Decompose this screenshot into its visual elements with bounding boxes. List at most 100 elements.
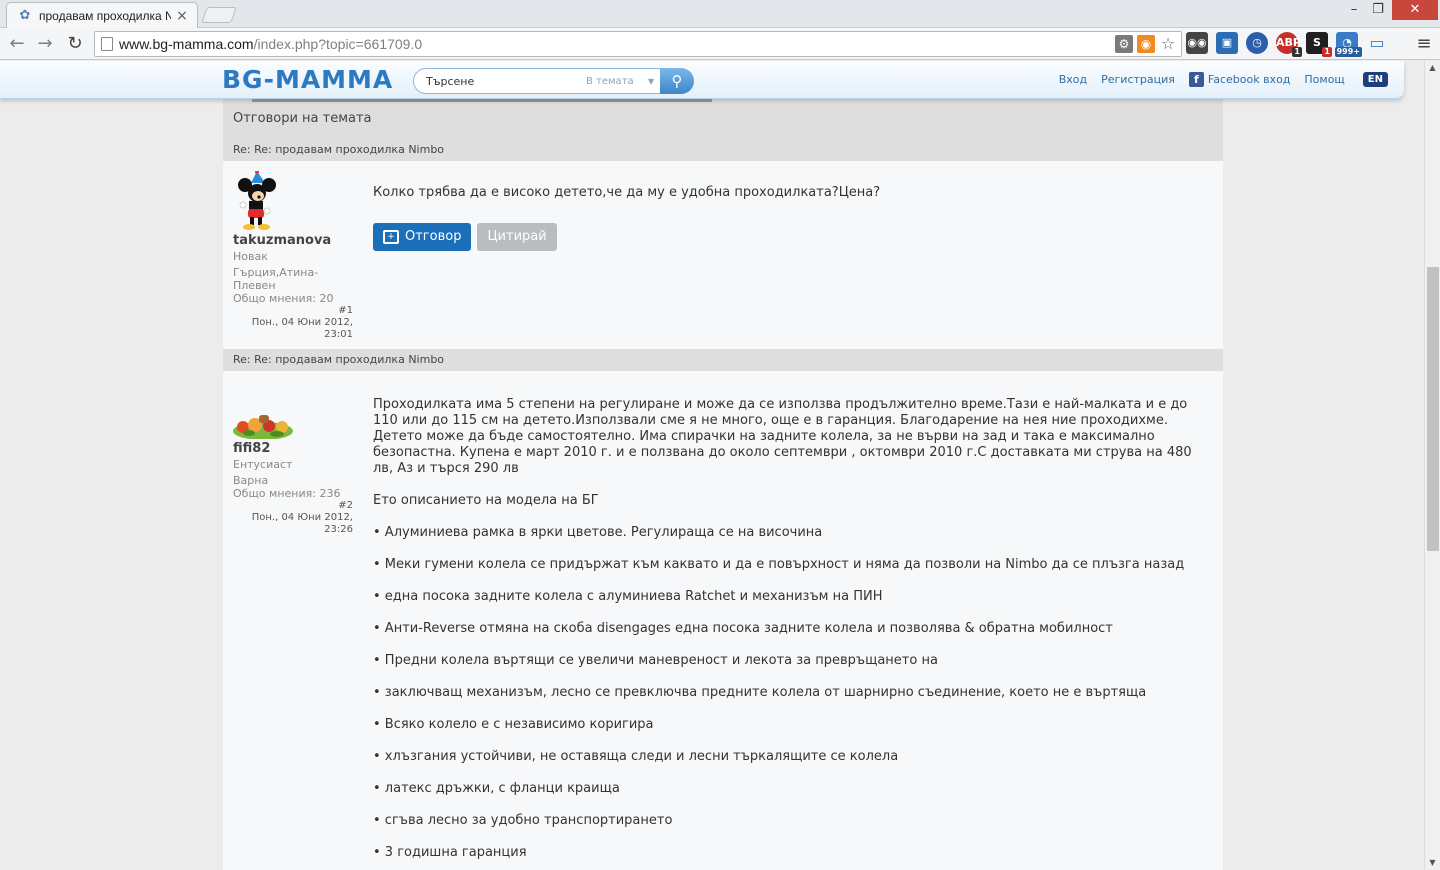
user-location: Варна <box>233 474 269 487</box>
avatar[interactable] <box>233 379 293 440</box>
vertical-scrollbar[interactable]: ▲ ▼ <box>1424 61 1440 870</box>
header-divider <box>252 99 712 102</box>
post-number[interactable]: #2 <box>233 500 353 512</box>
page-icon <box>101 37 113 51</box>
adblock-extension-icon[interactable]: ABP 1 <box>1276 32 1302 57</box>
search-box: В темата ▼ <box>413 68 661 94</box>
food-avatar-icon <box>233 415 293 440</box>
post-list-item: • Алуминиева рамка в ярки цветове. Регул… <box>373 525 823 540</box>
post-date: Пон., 04 Юни 2012, <box>251 317 353 328</box>
post: takuzmanova Новак Гърция,Атина-Плевен Об… <box>223 161 1223 349</box>
rss-badge: 999+ <box>1334 47 1362 57</box>
cast-extension-icon[interactable]: ▭ <box>1366 32 1388 54</box>
help-link[interactable]: Помощ <box>1304 73 1344 86</box>
browser-toolbar: ← → ↻ www.bg-mamma.com/index.php?topic=6… <box>0 28 1440 60</box>
site-header: BG-MAMMA В темата ▼ ⚲ Вход Регистрация f… <box>0 61 1404 99</box>
window-maximize-button[interactable]: ❐ <box>1366 0 1390 20</box>
language-switch[interactable]: EN <box>1362 72 1388 87</box>
user-location: Гърция,Атина-Плевен <box>233 266 319 292</box>
post-list-item: • Всяко колело е с независимо коригира <box>373 717 654 732</box>
avatar[interactable] <box>233 170 293 231</box>
url-path: /index.php?topic=661709.0 <box>253 36 423 52</box>
post-date: Пон., 04 Юни 2012, <box>251 512 353 523</box>
tab-close-icon[interactable]: × <box>175 8 189 24</box>
post-number[interactable]: #1 <box>233 305 353 317</box>
clock-extension-icon[interactable]: ◷ <box>1246 32 1268 54</box>
scroll-down-icon[interactable]: ▼ <box>1425 856 1440 870</box>
search-scope-select[interactable]: В темата <box>586 76 634 87</box>
post-subject[interactable]: Re: Re: продавам проходилка Nimbo <box>223 349 1223 371</box>
forward-arrow-icon[interactable]: → <box>34 33 56 55</box>
window-minimize-button[interactable]: – <box>1342 0 1366 20</box>
login-link[interactable]: Вход <box>1059 73 1087 86</box>
facebook-login-link[interactable]: f Facebook вход <box>1188 72 1291 87</box>
post-list-item: • латекс дръжки, с фланци краища <box>373 781 620 796</box>
screen-extension-icon[interactable]: ▣ <box>1216 32 1238 54</box>
scroll-thumb[interactable] <box>1427 267 1439 551</box>
back-arrow-icon[interactable]: ← <box>6 33 28 55</box>
post-body: Проходилката има 5 степени на регулиране… <box>373 397 1193 870</box>
s-badge: 1 <box>1322 47 1332 57</box>
browser-tabstrip: ✿ продавам проходилка Ni × – ❐ ✕ <box>0 0 1440 28</box>
search-icon: ⚲ <box>671 72 683 90</box>
user-posts-count: Общо мнения: 20 <box>233 292 334 305</box>
post-text: Колко трябва да е високо детето,че да му… <box>373 185 881 200</box>
s-extension-icon[interactable]: S1 <box>1306 32 1332 57</box>
quote-button[interactable]: Цитирай <box>477 223 557 251</box>
user-posts-count: Общо мнения: 236 <box>233 487 341 500</box>
tab-title: продавам проходилка Ni <box>39 8 171 23</box>
post-paragraph: Проходилката има 5 степени на регулиране… <box>373 397 1192 476</box>
user-rank: Новак <box>233 250 268 263</box>
post-list-item: • Меки гумени колела се придържат към ка… <box>373 557 1185 572</box>
window-close-button[interactable]: ✕ <box>1392 0 1438 20</box>
post-list-item: • сгъва лесно за удобно транспортирането <box>373 813 673 828</box>
forum-thread: Отговори на темата Re: Re: продавам прох… <box>223 99 1223 870</box>
post-paragraph: Ето описанието на модела на БГ <box>373 493 599 508</box>
user-rank: Ентусиаст <box>233 458 293 471</box>
menu-icon[interactable]: ≡ <box>1414 33 1434 55</box>
post-list-item: • заключващ механизъм, лесно се превключ… <box>373 685 1147 700</box>
post-subject[interactable]: Re: Re: продавам проходилка Nimbo <box>223 139 1223 161</box>
translate-icon[interactable]: ⚙ <box>1115 35 1133 53</box>
search-input[interactable] <box>426 73 576 89</box>
post-author: takuzmanova Новак Гърция,Атина-Плевен Об… <box>233 170 353 341</box>
address-bar[interactable]: www.bg-mamma.com/index.php?topic=661709.… <box>94 31 1182 57</box>
post-time: 23:01 <box>324 329 353 340</box>
search-button[interactable]: ⚲ <box>660 68 694 94</box>
browser-tab[interactable]: ✿ продавам проходилка Ni × <box>6 2 198 28</box>
username[interactable]: takuzmanova <box>233 233 353 248</box>
url-text[interactable]: www.bg-mamma.com/index.php?topic=661709.… <box>119 36 422 52</box>
post-list-item: • една посока задните колела с алуминиев… <box>373 589 883 604</box>
facebook-login-label: Facebook вход <box>1207 73 1291 86</box>
section-title: Отговори на темата <box>233 111 372 126</box>
post-list-item: • Анти-Reverse отмяна на скоба disengage… <box>373 621 1113 636</box>
page-viewport: BG-MAMMA В темата ▼ ⚲ Вход Регистрация f… <box>0 61 1424 870</box>
new-tab-button[interactable] <box>201 7 237 23</box>
post-list-item: • хлъзгания устойчиви, не оставяща следи… <box>373 749 899 764</box>
favicon-icon: ✿ <box>19 7 31 23</box>
reload-icon[interactable]: ↻ <box>64 33 86 55</box>
chevron-down-icon[interactable]: ▼ <box>648 77 654 86</box>
post-list-item: • Предни колела въртящи се увеличи манев… <box>373 653 938 668</box>
post-time: 23:26 <box>324 524 353 535</box>
reply-button[interactable]: + Отговор <box>373 223 472 251</box>
username[interactable]: fifi82 <box>233 441 353 456</box>
star-icon[interactable]: ☆ <box>1159 35 1177 53</box>
facebook-icon: f <box>1188 72 1204 87</box>
rss-icon[interactable]: ◉ <box>1137 35 1155 53</box>
post-list-item: • 3 годишна гаранция <box>373 845 527 860</box>
header-links: Вход Регистрация f Facebook вход Помощ EN <box>1059 72 1388 87</box>
reply-icon: + <box>383 230 399 244</box>
rss-reader-extension-icon[interactable]: ◔ 999+ <box>1334 32 1362 57</box>
url-host: www.bg-mamma.com <box>119 36 254 52</box>
mask-extension-icon[interactable]: ◉◉ <box>1186 32 1208 54</box>
mickey-avatar-icon <box>238 170 276 230</box>
post: fifi82 Ентусиаст Варна Общо мнения: 236 … <box>223 371 1223 870</box>
scroll-up-icon[interactable]: ▲ <box>1425 61 1440 75</box>
reply-button-label: Отговор <box>405 229 462 244</box>
register-link[interactable]: Регистрация <box>1101 73 1175 86</box>
post-author: fifi82 Ентусиаст Варна Общо мнения: 236 … <box>233 379 353 536</box>
site-logo[interactable]: BG-MAMMA <box>222 65 393 94</box>
abp-badge: 1 <box>1292 47 1302 57</box>
post-body: Колко трябва да е високо детето,че да му… <box>373 185 1193 251</box>
